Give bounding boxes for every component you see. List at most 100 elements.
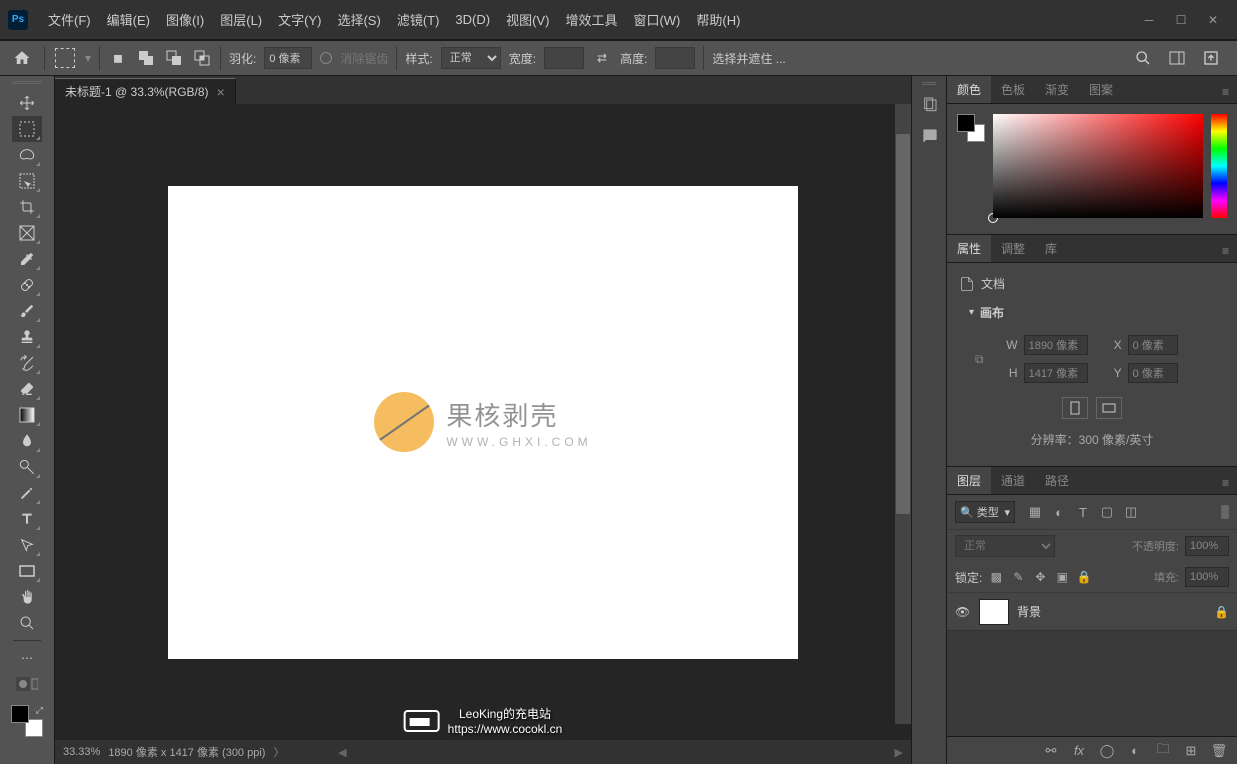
stamp-tool[interactable] xyxy=(12,324,42,350)
layer-thumbnail[interactable] xyxy=(979,599,1009,625)
menu-plugin[interactable]: 增效工具 xyxy=(557,6,625,33)
blur-tool[interactable] xyxy=(12,428,42,454)
panel-menu-icon[interactable]: ≡ xyxy=(1214,240,1237,262)
search-icon[interactable] xyxy=(1133,48,1153,68)
color-field[interactable] xyxy=(993,114,1203,218)
visibility-icon[interactable]: 👁 xyxy=(955,605,971,619)
filter-type-icon[interactable]: T xyxy=(1075,504,1091,520)
minimize-button[interactable]: ─ xyxy=(1141,12,1157,28)
lock-brush-icon[interactable]: ✎ xyxy=(1010,569,1026,585)
tab-swatches[interactable]: 色板 xyxy=(991,76,1035,103)
menu-select[interactable]: 选择(S) xyxy=(329,6,388,33)
scroll-left-icon[interactable]: ◀ xyxy=(338,746,346,759)
history-brush-tool[interactable] xyxy=(12,350,42,376)
tab-libraries[interactable]: 库 xyxy=(1035,235,1067,262)
feather-input[interactable] xyxy=(264,47,312,69)
portrait-button[interactable] xyxy=(1062,397,1088,419)
palette-grip[interactable] xyxy=(12,78,42,86)
filter-shape-icon[interactable]: ▢ xyxy=(1099,504,1115,520)
tab-channels[interactable]: 通道 xyxy=(991,467,1035,494)
rectangle-tool[interactable] xyxy=(12,558,42,584)
gradient-tool[interactable] xyxy=(12,402,42,428)
menu-window[interactable]: 窗口(W) xyxy=(625,6,688,33)
menu-filter[interactable]: 滤镜(T) xyxy=(389,6,448,33)
fx-icon[interactable]: fx xyxy=(1071,743,1087,759)
hue-slider[interactable] xyxy=(1211,114,1227,218)
filter-adjust-icon[interactable]: ◐ xyxy=(1051,504,1067,520)
filter-pixel-icon[interactable]: ▦ xyxy=(1027,504,1043,520)
canvas[interactable]: 果核剥壳 WWW.GHXI.COM xyxy=(168,186,798,659)
tab-adjustments[interactable]: 调整 xyxy=(991,235,1035,262)
panel-menu-icon[interactable]: ≡ xyxy=(1214,472,1237,494)
menu-view[interactable]: 视图(V) xyxy=(498,6,557,33)
filter-smart-icon[interactable]: ◫ xyxy=(1123,504,1139,520)
selection-new-icon[interactable]: ◼ xyxy=(108,48,128,68)
healing-tool[interactable] xyxy=(12,272,42,298)
zoom-level[interactable]: 33.33% xyxy=(63,746,100,758)
tab-color[interactable]: 颜色 xyxy=(947,76,991,103)
layer-item[interactable]: 👁 背景 🔒 xyxy=(947,593,1237,631)
lock-pixels-icon[interactable]: ▩ xyxy=(988,569,1004,585)
color-swatches[interactable]: ⤢ xyxy=(11,705,43,737)
tab-layers[interactable]: 图层 xyxy=(947,467,991,494)
menu-file[interactable]: 文件(F) xyxy=(40,6,99,33)
link-layers-icon[interactable]: ⚯ xyxy=(1043,743,1059,759)
mask-icon[interactable]: ◯ xyxy=(1099,743,1115,759)
share-icon[interactable] xyxy=(1201,48,1221,68)
workspace-icon[interactable] xyxy=(1167,48,1187,68)
tab-gradients[interactable]: 渐变 xyxy=(1035,76,1079,103)
zoom-tool[interactable] xyxy=(12,610,42,636)
eraser-tool[interactable] xyxy=(12,376,42,402)
canvas-section-toggle[interactable]: ▾ 画布 xyxy=(959,298,1225,327)
menu-3d[interactable]: 3D(D) xyxy=(447,8,498,31)
width-value[interactable]: 1890 像素 xyxy=(1024,335,1088,355)
x-value[interactable]: 0 像素 xyxy=(1128,335,1178,355)
menu-layer[interactable]: 图层(L) xyxy=(212,6,270,33)
selection-intersect-icon[interactable] xyxy=(192,48,212,68)
swap-wh-icon[interactable]: ⇄ xyxy=(592,48,612,68)
document-tab[interactable]: 未标题-1 @ 33.3%(RGB/8) × xyxy=(55,78,236,104)
select-mask-button[interactable]: 选择并遮住 ... xyxy=(712,50,785,67)
history-panel-icon[interactable] xyxy=(912,88,948,120)
delete-icon[interactable]: 🗑 xyxy=(1211,743,1227,759)
brush-tool[interactable] xyxy=(12,298,42,324)
tab-properties[interactable]: 属性 xyxy=(947,235,991,262)
group-icon[interactable]: 🗀 xyxy=(1155,743,1171,759)
scroll-right-icon[interactable]: ▶ xyxy=(895,746,903,759)
quick-mask[interactable] xyxy=(16,671,38,697)
vertical-scrollbar[interactable] xyxy=(895,104,911,724)
style-select[interactable]: 正常 xyxy=(441,47,501,69)
frame-tool[interactable] xyxy=(12,220,42,246)
tab-patterns[interactable]: 图案 xyxy=(1079,76,1123,103)
swap-colors-icon[interactable]: ⤢ xyxy=(36,705,43,716)
lock-artboard-icon[interactable]: ▣ xyxy=(1054,569,1070,585)
height-value[interactable]: 1417 像素 xyxy=(1024,363,1088,383)
close-button[interactable]: ✕ xyxy=(1205,12,1221,28)
antialias-radio[interactable] xyxy=(320,52,332,64)
adjustment-icon[interactable]: ◐ xyxy=(1127,743,1143,759)
selection-subtract-icon[interactable] xyxy=(164,48,184,68)
selection-add-icon[interactable] xyxy=(136,48,156,68)
panel-swatches[interactable] xyxy=(957,114,985,142)
maximize-button[interactable]: ☐ xyxy=(1173,12,1189,28)
fill-value[interactable]: 100% xyxy=(1185,567,1229,587)
status-chevron-icon[interactable]: 〉 xyxy=(273,744,284,760)
eyedropper-tool[interactable] xyxy=(12,246,42,272)
object-selection-tool[interactable] xyxy=(12,168,42,194)
home-button[interactable] xyxy=(8,44,36,72)
filter-toggle[interactable] xyxy=(1221,505,1229,519)
lock-position-icon[interactable]: ✥ xyxy=(1032,569,1048,585)
panel-menu-icon[interactable]: ≡ xyxy=(1214,81,1237,103)
menu-edit[interactable]: 编辑(E) xyxy=(99,6,158,33)
document-dims[interactable]: 1890 像素 x 1417 像素 (300 ppi) xyxy=(108,744,265,760)
menu-help[interactable]: 帮助(H) xyxy=(688,6,748,33)
y-value[interactable]: 0 像素 xyxy=(1128,363,1178,383)
hand-tool[interactable] xyxy=(12,584,42,610)
lock-all-icon[interactable]: 🔒 xyxy=(1076,569,1092,585)
canvas-viewport[interactable]: 果核剥壳 WWW.GHXI.COM LeoKing的充电站 https://ww… xyxy=(55,104,911,740)
layer-filter-select[interactable]: 🔍类型▾ xyxy=(955,501,1015,523)
foreground-swatch[interactable] xyxy=(11,705,29,723)
marquee-tool[interactable] xyxy=(12,116,42,142)
dodge-tool[interactable] xyxy=(12,454,42,480)
menu-image[interactable]: 图像(I) xyxy=(158,6,212,33)
